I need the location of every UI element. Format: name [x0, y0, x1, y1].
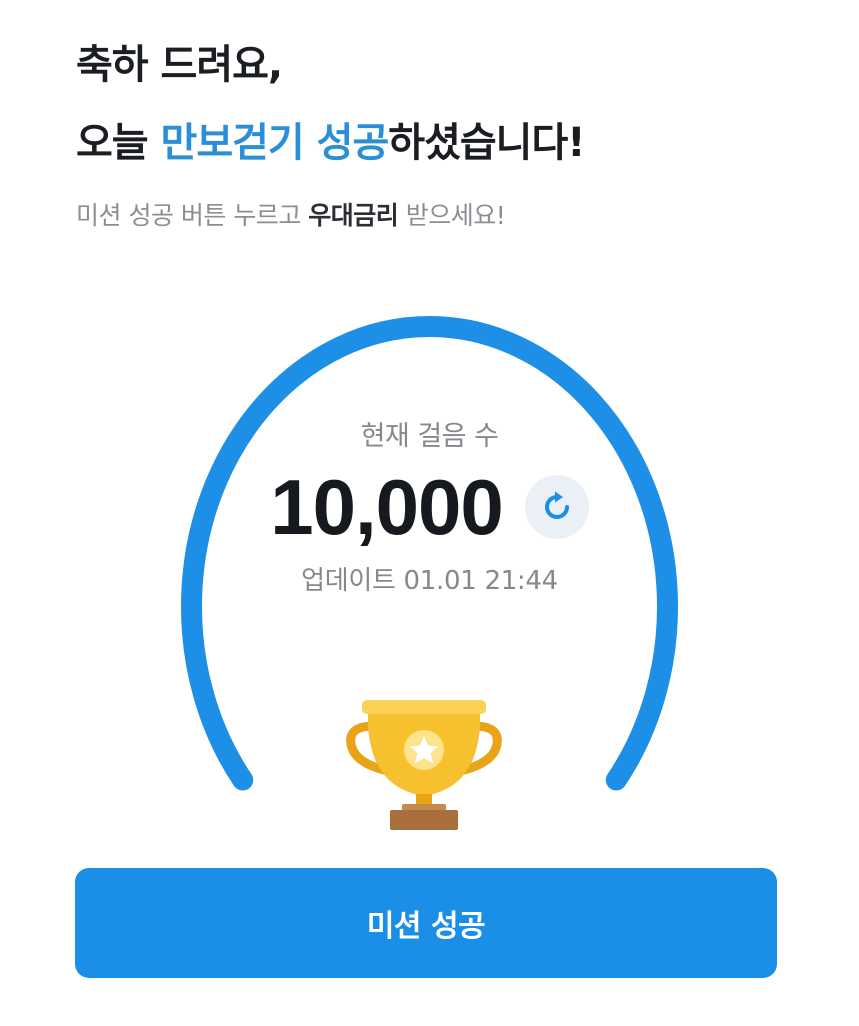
refresh-icon [544, 491, 569, 519]
subtitle: 미션 성공 버튼 누르고 우대금리 받으세요! [76, 196, 506, 236]
headline-highlight: 만보걷기 성공 [160, 120, 390, 166]
steps-row: 10,000 [0, 462, 859, 552]
subtitle-suffix: 받으세요! [398, 201, 506, 230]
update-timestamp: 업데이트 01.01 21:44 [301, 566, 558, 596]
mission-success-button[interactable]: 미션 성공 [75, 868, 777, 978]
headline-line-2: 오늘 만보걷기 성공하셨습니다! [76, 104, 586, 182]
headline: 축하 드려요, 오늘 만보걷기 성공하셨습니다! [76, 26, 586, 182]
headline-line-1: 축하 드려요, [76, 42, 283, 88]
steps-label: 현재 걸음 수 [360, 421, 499, 452]
subtitle-prefix: 미션 성공 버튼 누르고 [76, 201, 309, 230]
subtitle-emphasis: 우대금리 [308, 201, 399, 230]
trophy-icon [346, 700, 502, 830]
refresh-button[interactable] [524, 475, 589, 539]
headline-suffix: 하셨습니다! [388, 120, 585, 166]
headline-prefix: 오늘 [76, 120, 161, 166]
step-count: 10,000 [270, 463, 504, 551]
